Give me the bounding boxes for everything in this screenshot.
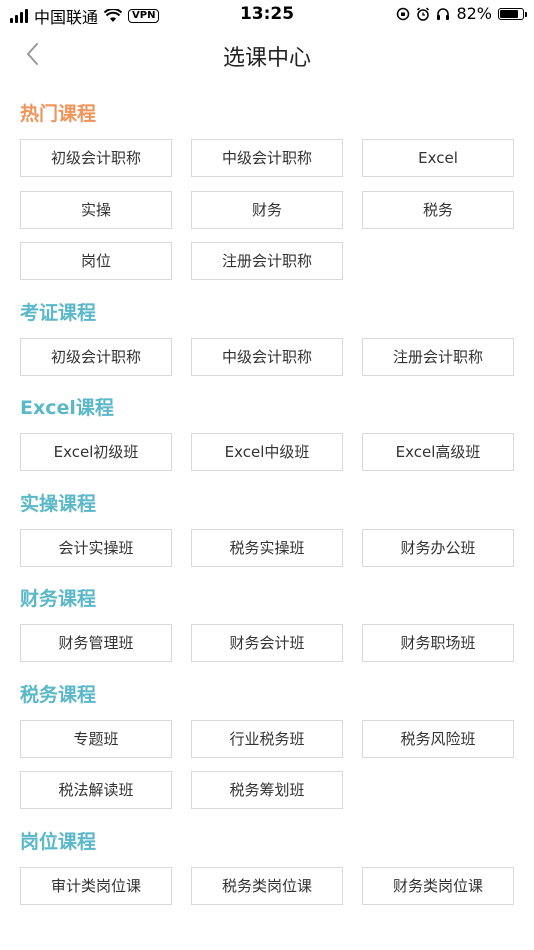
section-title-finance: 财务课程 xyxy=(20,588,97,610)
course-button[interactable]: 专题班 xyxy=(20,720,172,758)
course-button[interactable]: 实操 xyxy=(20,191,172,229)
course-button[interactable]: Excel高级班 xyxy=(362,433,514,471)
section-title-position: 岗位课程 xyxy=(20,831,97,853)
course-button[interactable]: 税务类岗位课 xyxy=(191,867,343,905)
alarm-icon xyxy=(417,6,430,21)
course-button[interactable]: Excel中级班 xyxy=(191,433,343,471)
battery-percent: 82% xyxy=(456,4,492,23)
course-button[interactable]: 行业税务班 xyxy=(191,720,343,758)
course-button[interactable]: 会计实操班 xyxy=(20,529,172,567)
course-button[interactable]: 税务实操班 xyxy=(191,529,343,567)
course-button[interactable]: 岗位 xyxy=(20,242,172,280)
course-button[interactable]: 初级会计职称 xyxy=(20,139,172,177)
section-title-certificate: 考证课程 xyxy=(20,302,97,324)
section-title-tax: 税务课程 xyxy=(20,684,97,706)
section-title-practice: 实操课程 xyxy=(20,493,97,515)
course-button[interactable]: 财务类岗位课 xyxy=(362,867,514,905)
headphones-icon xyxy=(437,7,450,20)
nav-bar: 选课中心 xyxy=(0,28,534,80)
course-button[interactable]: 税法解读班 xyxy=(20,771,172,809)
course-button[interactable]: 审计类岗位课 xyxy=(20,867,172,905)
course-button[interactable]: 初级会计职称 xyxy=(20,338,172,376)
course-button[interactable]: Excel xyxy=(362,139,514,177)
course-button[interactable]: Excel初级班 xyxy=(20,433,172,471)
section-title-hot: 热门课程 xyxy=(20,103,97,125)
course-button[interactable]: 税务筹划班 xyxy=(191,771,343,809)
battery-icon xyxy=(498,7,527,20)
course-button[interactable]: 财务职场班 xyxy=(362,624,514,662)
status-bar: 中国联通 VPN 13:25 82% xyxy=(0,0,534,28)
course-button[interactable]: 财务会计班 xyxy=(191,624,343,662)
course-button[interactable]: 中级会计职称 xyxy=(191,338,343,376)
course-button[interactable]: 注册会计职称 xyxy=(191,242,343,280)
course-button[interactable]: 财务 xyxy=(191,191,343,229)
course-button[interactable]: 注册会计职称 xyxy=(362,338,514,376)
course-button[interactable]: 财务管理班 xyxy=(20,624,172,662)
status-right: 82% xyxy=(396,4,527,23)
course-button[interactable]: 财务办公班 xyxy=(362,529,514,567)
course-button[interactable]: 税务 xyxy=(362,191,514,229)
course-button[interactable]: 税务风险班 xyxy=(362,720,514,758)
course-button[interactable]: 中级会计职称 xyxy=(191,139,343,177)
orientation-lock-icon xyxy=(397,7,410,20)
section-title-excel: Excel课程 xyxy=(20,397,114,419)
page-title: 选课中心 xyxy=(222,46,311,71)
